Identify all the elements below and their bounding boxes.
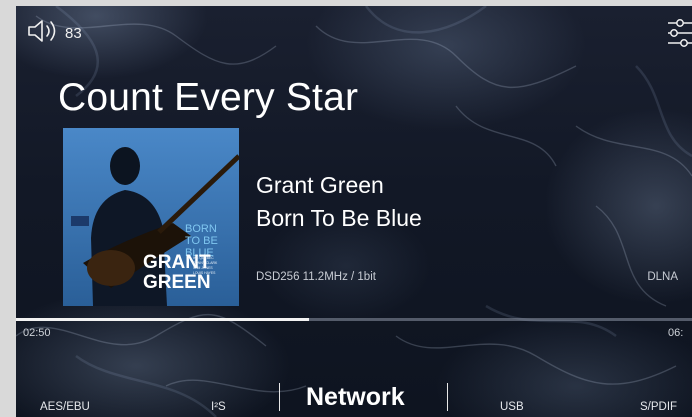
album-credit: LOUIS HAYES — [193, 271, 216, 275]
source-label: DLNA — [647, 271, 678, 283]
volume-control[interactable]: 83 — [27, 18, 82, 49]
total-time: 06: — [668, 327, 684, 339]
album-name: Born To Be Blue — [256, 205, 422, 231]
player-screen: 83 Count Every Star BORN TO BE BLUE GRAN… — [16, 6, 692, 417]
progress-fill — [16, 318, 310, 321]
album-credit: IKE QUEBEC — [193, 256, 214, 260]
album-text-to-be: TO BE — [185, 235, 218, 247]
album-text-green: GREEN — [143, 272, 211, 293]
artist-name: Grant Green — [256, 172, 384, 198]
volume-level: 83 — [65, 25, 82, 42]
input-usb[interactable]: USB — [500, 401, 524, 413]
input-i2s[interactable]: I²S — [211, 401, 226, 413]
settings-button[interactable] — [664, 16, 692, 50]
selector-divider — [279, 383, 280, 411]
album-credit: SONNY CLARK — [193, 261, 218, 265]
input-spdif[interactable]: S/PDIF — [640, 401, 677, 413]
progress-bar[interactable] — [16, 318, 692, 321]
album-art[interactable]: BORN TO BE BLUE GRANT GREEN IKE QUEBEC S… — [63, 128, 239, 306]
elapsed-time: 02:50 — [23, 327, 51, 339]
selector-divider — [447, 383, 448, 411]
input-selector: AES/EBU I²S Network USB S/PDIF — [16, 371, 692, 417]
track-title: Count Every Star — [58, 76, 359, 119]
album-text-born: BORN — [185, 223, 217, 235]
speaker-icon — [27, 18, 61, 49]
input-network[interactable]: Network — [306, 383, 405, 412]
sliders-icon — [664, 19, 692, 54]
audio-format: DSD256 11.2MHz / 1bit — [256, 271, 376, 283]
album-credit: SAM JONES — [193, 266, 213, 270]
input-aes-ebu[interactable]: AES/EBU — [40, 401, 90, 413]
